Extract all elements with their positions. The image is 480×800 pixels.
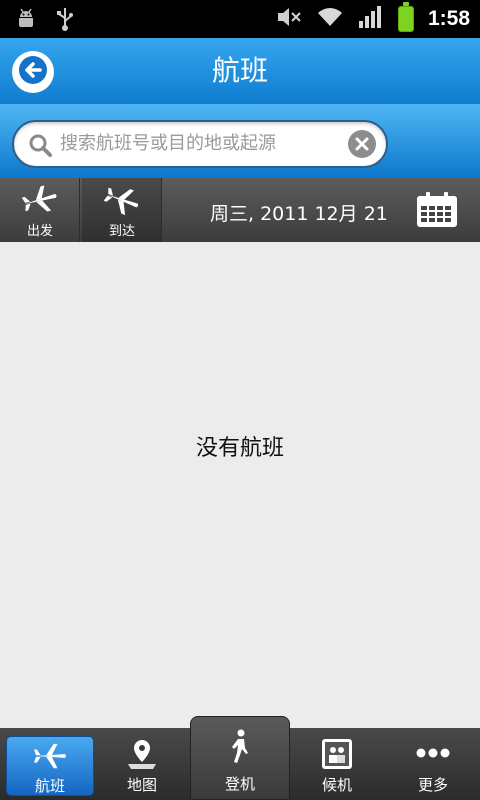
wifi-icon [316, 6, 344, 32]
search-placeholder: 搜索航班号或目的地或起源 [60, 133, 276, 154]
nav-tab-more[interactable]: 更多 [386, 728, 480, 800]
battery-icon [397, 2, 414, 32]
status-bar: 1:58 [0, 0, 480, 38]
signal-icon [358, 5, 384, 33]
back-arrow-icon [18, 55, 48, 89]
page-title: 航班 [211, 54, 268, 87]
nav-tab-boarding[interactable]: 登机 [190, 716, 290, 800]
nav-tab-flights[interactable]: 航班 [6, 736, 94, 796]
search-input[interactable]: 搜索航班号或目的地或起源 [12, 120, 388, 168]
empty-message: 没有航班 [195, 436, 284, 461]
usb-icon [56, 6, 74, 36]
lounge-icon [321, 738, 353, 774]
map-pin-icon [125, 738, 159, 774]
mute-icon [276, 5, 302, 33]
walking-person-icon [228, 729, 252, 767]
more-icon [415, 738, 451, 772]
nav-tab-lounge[interactable]: 候机 [290, 728, 384, 800]
bottom-navigation: 航班 地图 登机 候机 更多 [0, 716, 480, 800]
nav-label-lounge: 候机 [321, 776, 352, 794]
flight-list: 没有航班 [0, 242, 480, 728]
back-button[interactable] [12, 51, 54, 93]
search-icon [28, 133, 52, 161]
clock: 1:58 [427, 7, 470, 30]
nav-label-flights: 航班 [34, 777, 65, 795]
departure-tab[interactable]: 出发 [0, 178, 80, 242]
android-debug-icon [14, 7, 38, 35]
nav-label-map: 地图 [126, 776, 157, 794]
arrival-plane-icon [103, 184, 140, 220]
nav-tab-map[interactable]: 地图 [96, 728, 188, 800]
nav-label-more: 更多 [417, 776, 448, 794]
arrival-tab[interactable]: 到达 [82, 178, 162, 242]
date-display[interactable]: 周三, 2011 12月 21 [210, 178, 388, 250]
departure-plane-icon [21, 184, 58, 220]
title-bar: 航班 [0, 38, 480, 104]
search-bar: 搜索航班号或目的地或起源 [0, 104, 480, 178]
departure-label: 出发 [26, 224, 53, 239]
arrival-label: 到达 [108, 224, 135, 239]
clear-search-button[interactable] [348, 130, 376, 158]
nav-label-boarding: 登机 [224, 775, 255, 793]
filter-bar: 出发 到达 周三, 2011 12月 21 [0, 178, 480, 242]
calendar-icon[interactable] [416, 192, 458, 232]
airplane-icon [33, 741, 67, 775]
